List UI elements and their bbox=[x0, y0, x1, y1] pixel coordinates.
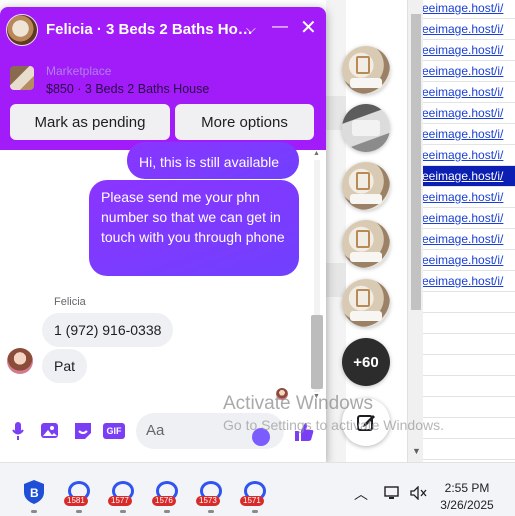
message-list: Hi, this is still available Please send … bbox=[0, 142, 326, 403]
taskbar-running-indicator bbox=[120, 510, 126, 513]
contact-avatar[interactable] bbox=[6, 14, 38, 46]
empty-cell[interactable] bbox=[422, 334, 515, 355]
listing-title[interactable]: $850 · 3 Beds 2 Baths House bbox=[46, 82, 209, 96]
link-cell[interactable]: eeimage.host/i/ bbox=[422, 250, 515, 271]
message-scrollbar-thumb[interactable] bbox=[311, 315, 323, 389]
background-scrollbar[interactable]: ▼ bbox=[407, 0, 423, 462]
chat-head-room-4[interactable] bbox=[342, 279, 390, 327]
link-cell[interactable]: eeimage.host/i/ bbox=[422, 145, 515, 166]
marketplace-label: Marketplace bbox=[46, 64, 112, 78]
taskbar-running-indicator bbox=[76, 510, 82, 513]
taskbar-running-indicator bbox=[208, 510, 214, 513]
taskbar-app-2[interactable]: 1577 bbox=[108, 480, 136, 506]
photo-icon[interactable] bbox=[39, 420, 61, 442]
mark-as-pending-button[interactable]: Mark as pending bbox=[10, 104, 170, 140]
chat-title[interactable]: Felicia · 3 Beds 2 Baths Ho… bbox=[46, 21, 253, 38]
taskbar-app-3[interactable]: 1576 bbox=[152, 480, 180, 506]
link-cell[interactable]: eeimage.host/i/ bbox=[422, 166, 515, 187]
link-cell[interactable]: eeimage.host/i/ bbox=[422, 103, 515, 124]
close-icon[interactable]: ✕ bbox=[300, 15, 317, 40]
link-cell[interactable]: eeimage.host/i/ bbox=[422, 208, 515, 229]
gif-icon[interactable]: GIF bbox=[103, 423, 125, 439]
link-cell[interactable]: eeimage.host/i/ bbox=[422, 19, 515, 40]
link-cell[interactable]: eeimage.host/i/ bbox=[422, 187, 515, 208]
chat-heads-more-button[interactable]: +60 bbox=[342, 338, 390, 386]
chat-header: Felicia · 3 Beds 2 Baths Ho… ⌵ — ✕ Marke… bbox=[0, 7, 326, 150]
chat-head-room-3[interactable] bbox=[342, 220, 390, 268]
notification-badge: 1577 bbox=[108, 496, 132, 506]
empty-cell[interactable] bbox=[422, 292, 515, 313]
link-cell[interactable]: eeimage.host/i/ bbox=[422, 124, 515, 145]
more-options-button[interactable]: More options bbox=[175, 104, 314, 140]
scroll-up-arrow-icon[interactable]: ▲ bbox=[313, 150, 320, 157]
svg-text:B: B bbox=[30, 486, 39, 500]
system-clock[interactable]: 2:55 PM 3/26/2025 bbox=[432, 480, 502, 514]
taskbar-app-5[interactable]: 1571 bbox=[240, 480, 268, 506]
notification-badge: 1576 bbox=[152, 496, 176, 506]
background-scrollbar-thumb[interactable] bbox=[411, 14, 421, 310]
outgoing-message[interactable]: Please send me your phn number so that w… bbox=[89, 180, 299, 276]
background-strip-block bbox=[326, 263, 346, 297]
link-cell[interactable]: eeimage.host/i/ bbox=[422, 271, 515, 292]
empty-cell[interactable] bbox=[422, 355, 515, 376]
taskbar-app-1[interactable]: 1581 bbox=[64, 480, 92, 506]
taskbar-running-indicator bbox=[252, 510, 258, 513]
link-cell[interactable]: eeimage.host/i/ bbox=[422, 40, 515, 61]
taskbar-running-indicator bbox=[31, 510, 37, 513]
link-cell[interactable]: eeimage.host/i/ bbox=[422, 82, 515, 103]
empty-cell[interactable] bbox=[422, 376, 515, 397]
message-scrollbar[interactable]: ▲ ▼ bbox=[311, 150, 323, 403]
chevron-up-icon[interactable]: ︿ bbox=[354, 484, 368, 504]
link-cell[interactable]: eeimage.host/i/ bbox=[422, 0, 515, 19]
incoming-message[interactable]: Pat bbox=[42, 349, 88, 383]
incoming-message[interactable]: 1 (972) 916-0338 bbox=[42, 313, 174, 347]
clock-date: 3/26/2025 bbox=[440, 498, 494, 512]
security-shield-icon[interactable]: B bbox=[22, 479, 46, 505]
outgoing-message[interactable]: Hi, this is still available bbox=[127, 142, 299, 179]
sender-name: Felicia bbox=[54, 296, 86, 308]
taskbar-running-indicator bbox=[164, 510, 170, 513]
notification-badge: 1571 bbox=[240, 496, 264, 506]
chat-head-bathroom[interactable] bbox=[342, 104, 390, 152]
notification-badge: 1581 bbox=[64, 496, 88, 506]
activate-windows-title: Activate Windows bbox=[223, 393, 373, 414]
notification-badge: 1573 bbox=[196, 496, 220, 506]
chat-head-room-1[interactable] bbox=[342, 46, 390, 94]
empty-cell[interactable] bbox=[422, 313, 515, 334]
scroll-down-arrow-icon[interactable]: ▼ bbox=[412, 446, 421, 456]
listing-thumbnail[interactable] bbox=[10, 66, 34, 90]
empty-cell[interactable] bbox=[422, 439, 515, 460]
minimize-icon[interactable]: — bbox=[272, 18, 288, 36]
link-cell[interactable]: eeimage.host/i/ bbox=[422, 61, 515, 82]
taskbar: B 1581 1577 1576 1573 1571 ︿ 2:55 PM 3/2… bbox=[0, 462, 515, 516]
speaker-muted-icon[interactable] bbox=[410, 485, 428, 503]
microphone-icon[interactable] bbox=[7, 420, 29, 442]
chat-head-room-2[interactable] bbox=[342, 162, 390, 210]
activate-windows-subtitle: Go to Settings to activate Windows. bbox=[223, 417, 444, 433]
empty-cell[interactable] bbox=[422, 397, 515, 418]
monitor-icon[interactable] bbox=[384, 486, 400, 503]
link-cell[interactable]: eeimage.host/i/ bbox=[422, 229, 515, 250]
sticker-icon[interactable] bbox=[72, 420, 94, 442]
chevron-down-icon[interactable]: ⌵ bbox=[246, 21, 256, 37]
clock-time: 2:55 PM bbox=[444, 481, 490, 495]
taskbar-app-4[interactable]: 1573 bbox=[196, 480, 224, 506]
sender-avatar[interactable] bbox=[7, 348, 33, 374]
